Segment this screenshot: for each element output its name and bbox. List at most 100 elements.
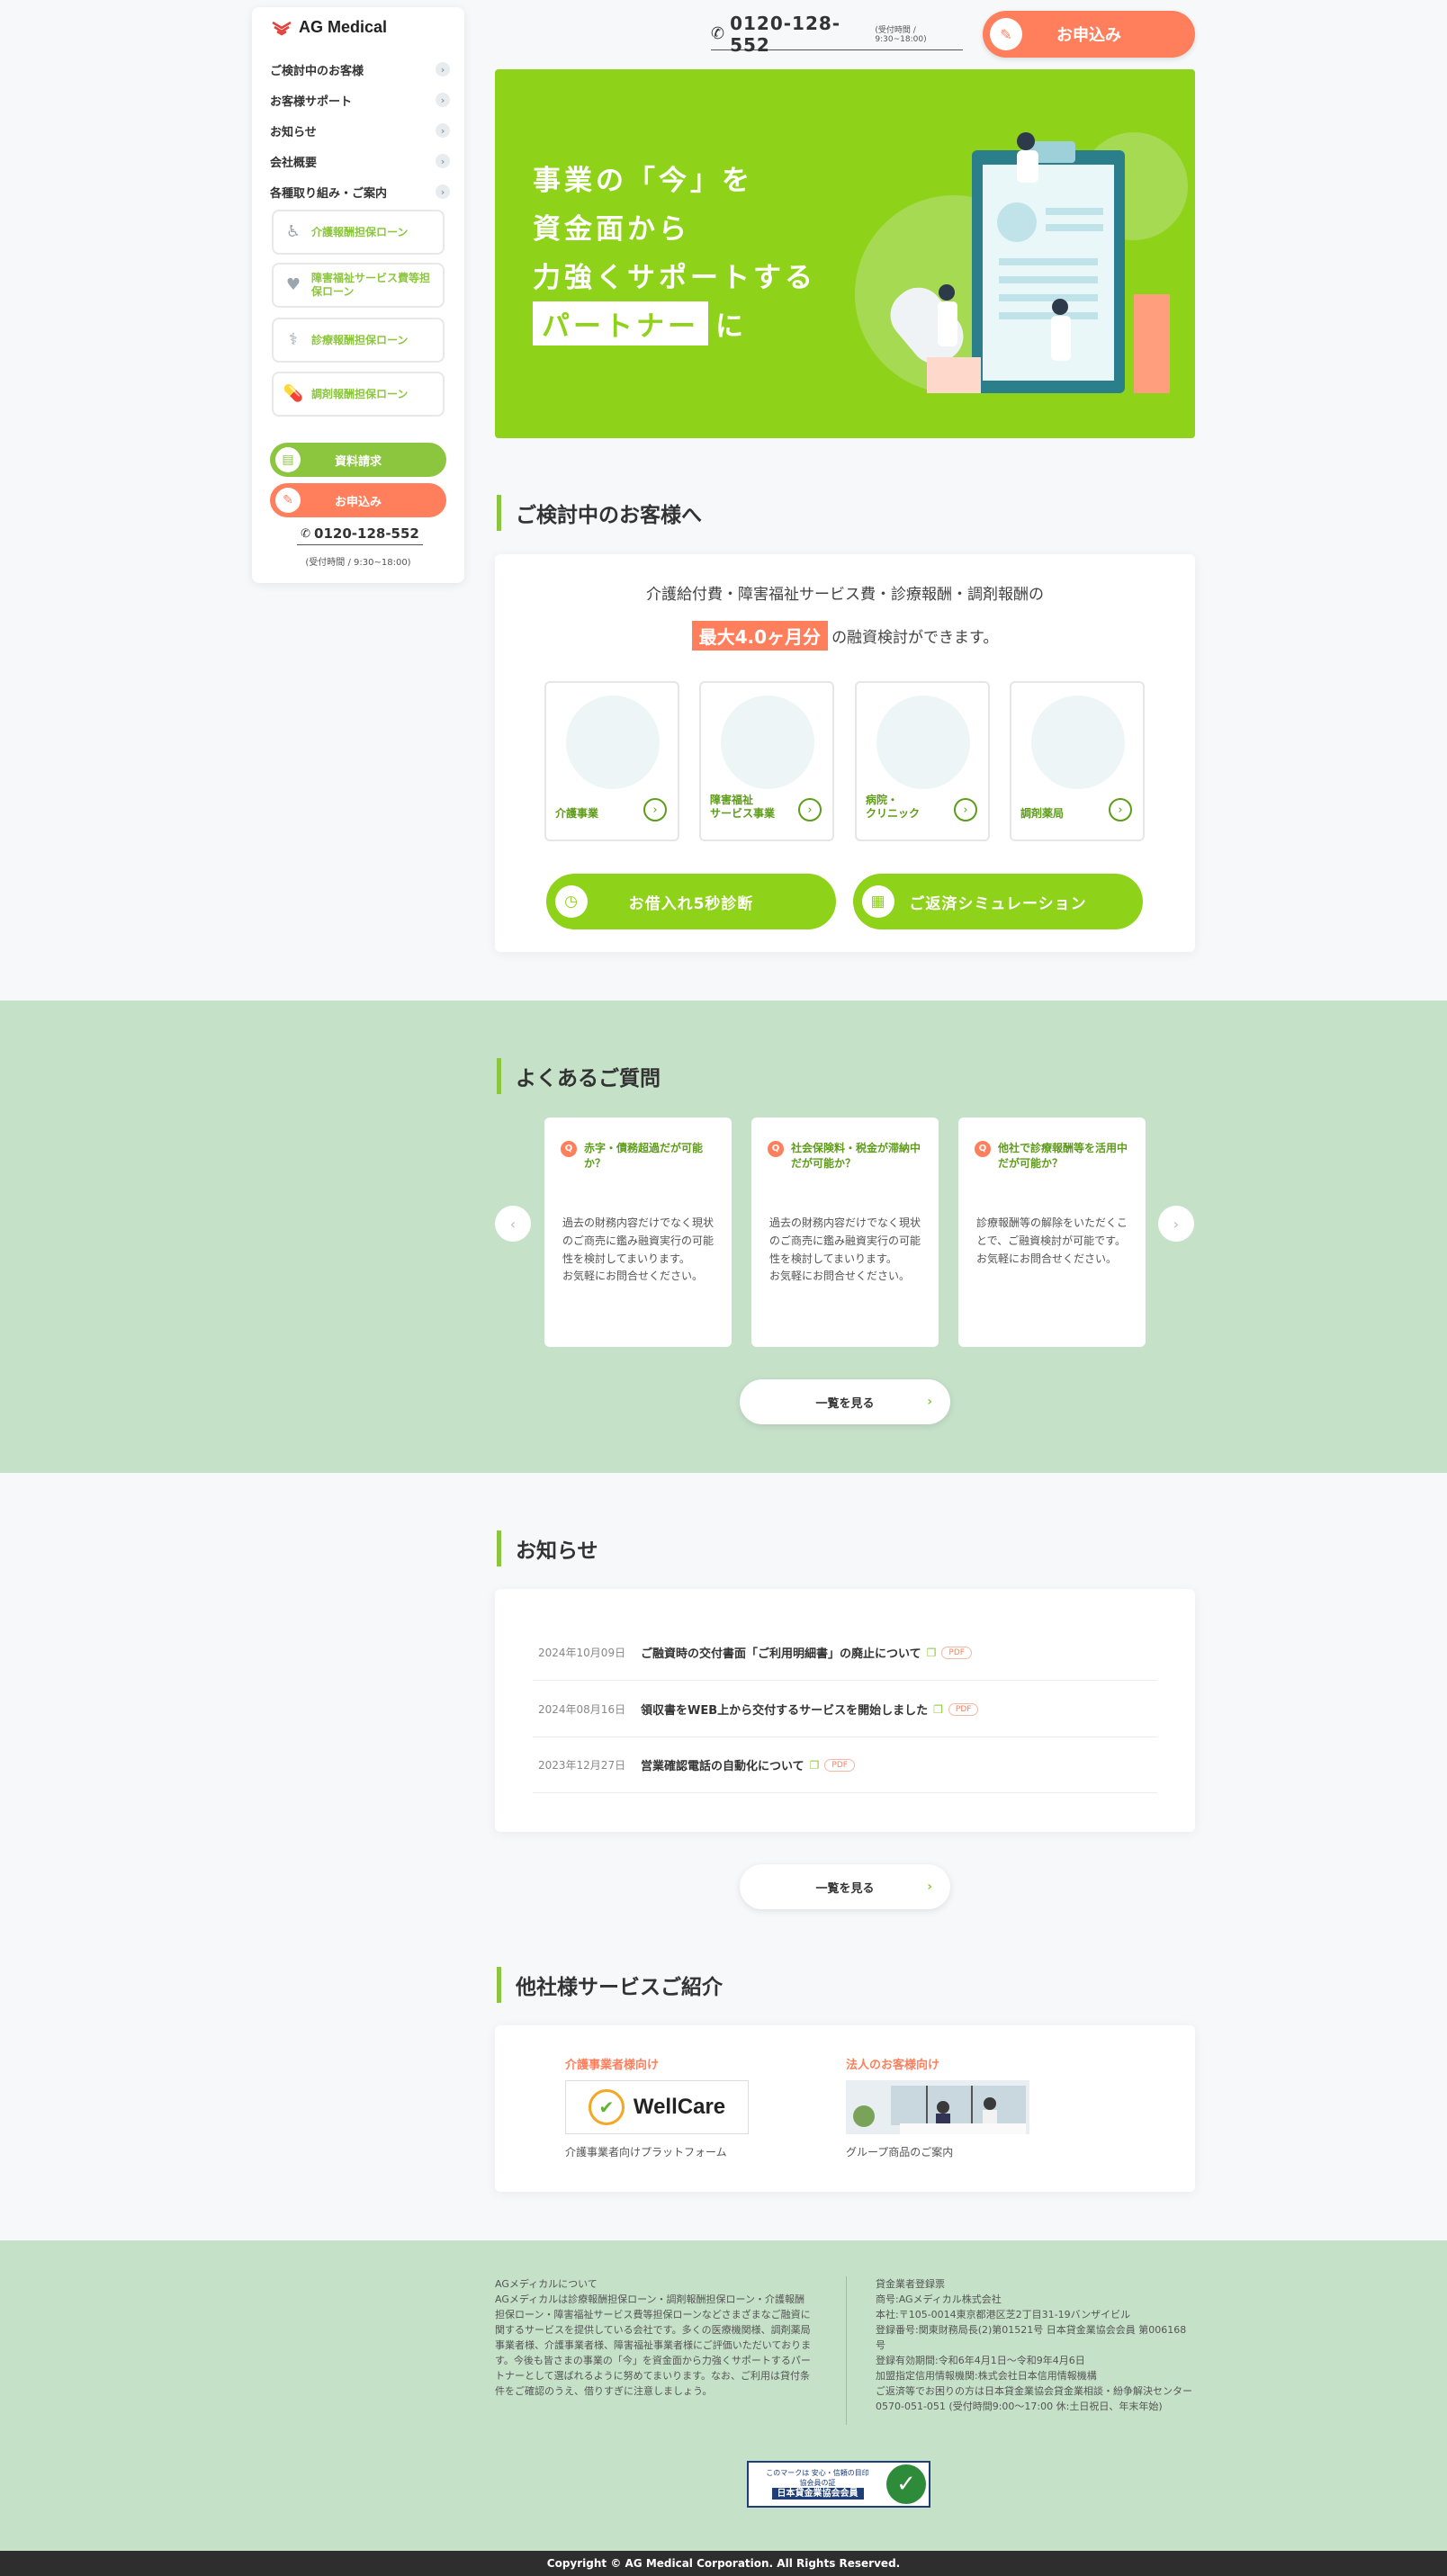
category-label-2: サービス事業 <box>710 807 776 821</box>
news-date: 2024年08月16日 <box>538 1703 626 1716</box>
request-label: 資料請求 <box>334 454 382 469</box>
pdf-badge: PDF <box>941 1646 972 1659</box>
faq-answer: 過去の財務内容だけでなく現状のご商売に鑑み融資実行の可能性を検討してまいります。… <box>562 1216 715 1283</box>
service-label: 法人のお客様向け <box>846 2059 940 2072</box>
sidebar-item-label: お客様サポート <box>270 94 353 109</box>
considering-lead: 介護給付費・障害福祉サービス費・診療報酬・調剤報酬の <box>646 586 1044 604</box>
document-icon: ❐ <box>933 1702 943 1716</box>
application-icon: ✎ <box>275 488 301 513</box>
chevron-right-icon: › <box>436 184 450 199</box>
badge-line-2: 協会員の証 <box>799 2478 836 2487</box>
faq-view-all-button[interactable]: 一覧を見る › <box>740 1379 950 1424</box>
considering-highlight: 最大4.0ヶ月分 <box>691 621 829 651</box>
news-item[interactable]: 2024年08月16日 領収書をWEB上から交付するサービスを開始しました ❐ PDF <box>533 1682 1157 1737</box>
doctor-illustration <box>876 696 970 789</box>
faq-card[interactable]: 赤字・債務超過だが可能か？ 過去の財務内容だけでなく現状のご商売に鑑み融資実行の… <box>544 1117 732 1347</box>
news-item[interactable]: 2023年12月27日 営業確認電話の自動化について ❐ PDF <box>533 1737 1157 1793</box>
view-all-label: 一覧を見る <box>815 1881 875 1896</box>
faq-answer: 過去の財務内容だけでなく現状のご商売に鑑み融資実行の可能性を検討してまいります。… <box>769 1216 921 1283</box>
badge-line-1: このマークは 安心・信頼の目印 <box>766 2469 869 2478</box>
category-label: 障害福祉 <box>710 793 754 806</box>
sidebar-item-news[interactable]: お知らせ › <box>270 115 450 146</box>
category-card-clinic[interactable]: 病院・ クリニック › <box>855 681 990 841</box>
footer-reg-title: 貸金業者登録票 <box>876 2278 945 2290</box>
badge-line-3: 日本貸金業協会会員 <box>771 2487 864 2500</box>
diagnosis-button[interactable]: ◷ お借入れ5秒診断 <box>546 874 836 929</box>
pdf-badge: PDF <box>948 1702 979 1716</box>
chevron-right-icon: › <box>798 798 822 821</box>
loan-care-button[interactable]: ♿ 介護報酬担保ローン <box>272 210 445 255</box>
simulation-button[interactable]: ▦ ご返済シミュレーション <box>853 874 1143 929</box>
disability-service-illustration <box>721 696 814 789</box>
category-card-disability[interactable]: 障害福祉 サービス事業 › <box>699 681 834 841</box>
carousel-next-button[interactable]: › <box>1158 1206 1194 1242</box>
sidebar-item-label: 各種取り組み・ご案内 <box>270 186 388 201</box>
considering-section-title: ご検討中のお客様へ <box>497 495 702 531</box>
faq-card[interactable]: 他社で診療報酬等を活用中だが可能か？ 診療報酬等の解除をいただくことで、ご融資検… <box>958 1117 1146 1347</box>
sidebar-item-initiatives[interactable]: 各種取り組み・ご案内 › <box>270 176 450 207</box>
header-phone-number: 0120-128-552 <box>730 12 841 56</box>
view-all-label: 一覧を見る <box>815 1396 875 1411</box>
service-description: グループ商品のご案内 <box>846 2146 954 2159</box>
loan-medical-button[interactable]: ⚕ 診療報酬担保ローン <box>272 318 445 363</box>
category-card-pharmacy[interactable]: 調剤薬局 › <box>1010 681 1145 841</box>
wellcare-logo-text: WellCare <box>633 2095 726 2119</box>
category-card-care[interactable]: 介護事業 › <box>544 681 679 841</box>
loan-label: 診療報酬担保ローン <box>311 333 409 346</box>
faq-question: 他社で診療報酬等を活用中だが可能か？ <box>975 1141 1133 1172</box>
footer-reg-line: 登録番号:関東財務局長(2)第01521号 日本貸金業協会会員 第006168号 <box>876 2324 1187 2352</box>
faq-section-title: よくあるご質問 <box>497 1058 661 1094</box>
sidebar-item-considering[interactable]: ご検討中のお客様 › <box>270 54 450 85</box>
news-title: ご融資時の交付書面「ご利用明細書」の廃止について <box>641 1647 921 1661</box>
simulation-label: ご返済シミュレーション <box>909 894 1087 913</box>
footer-divider <box>846 2276 847 2425</box>
chevron-right-icon: › <box>436 154 450 168</box>
chevron-right-icon: › <box>927 1880 932 1894</box>
checkmark-icon: ✓ <box>886 2464 926 2504</box>
header-hours: (受付時間 / 9:30~18:00) <box>875 26 927 44</box>
news-date: 2023年12月27日 <box>538 1759 626 1772</box>
news-title: 営業確認電話の自動化について <box>641 1760 804 1773</box>
footer-about-title: AGメディカルについて <box>495 2278 598 2290</box>
hero-line-1: 事業の「今」を <box>533 165 753 197</box>
faq-card[interactable]: 社会保険料・税金が滞納中だが可能か？ 過去の財務内容だけでなく現状のご商売に鑑み… <box>751 1117 939 1347</box>
loan-pharmacy-button[interactable]: 💊 調剤報酬担保ローン <box>272 372 445 417</box>
wellcare-banner[interactable]: ✔ WellCare <box>565 2080 749 2134</box>
document-icon: ▤ <box>275 447 301 472</box>
header-phone[interactable]: ✆ 0120-128-552 (受付時間 / 9:30~18:00) <box>711 13 963 56</box>
sidebar-apply-button[interactable]: ✎ お申込み <box>270 483 446 517</box>
group-products-banner[interactable] <box>846 2080 1029 2134</box>
footer-reg-line: ご返済等でお困りの方は日本貸金業協会貸金業相談・紛争解決センター <box>876 2385 1192 2398</box>
carousel-prev-button[interactable]: ‹ <box>495 1206 531 1242</box>
loan-label: 介護報酬担保ローン <box>311 225 409 238</box>
news-view-all-button[interactable]: 一覧を見る › <box>740 1864 950 1909</box>
apply-label: お申込み <box>334 495 382 509</box>
wellcare-logo-icon: ✔ <box>588 2089 625 2125</box>
loan-disability-button[interactable]: ♥ 障害福祉サービス費等担保ローン <box>272 263 445 308</box>
hero-line-3: 力強くサポートする <box>533 262 816 294</box>
logo-text: AG Medical <box>299 18 388 36</box>
chevron-right-icon: › <box>436 123 450 138</box>
jfsa-member-badge[interactable]: このマークは 安心・信頼の目印 協会員の証 日本貸金業協会会員 ✓ <box>747 2461 930 2508</box>
header-apply-button[interactable]: ✎ お申込み <box>983 11 1195 58</box>
hero-banner: 事業の「今」を 資金面から 力強くサポートする パートナーに <box>495 69 1195 438</box>
category-label: 病院・ <box>866 793 899 806</box>
faq-answer: 診療報酬等の解除をいただくことで、ご融資検討が可能です。 お気軽にお問合せくださ… <box>976 1216 1128 1265</box>
logo[interactable]: AG Medical <box>272 18 387 37</box>
category-label-2: クリニック <box>866 807 921 821</box>
footer-reg-line: 加盟指定信用情報機関:株式会社日本信用情報機構 <box>876 2370 1097 2383</box>
loan-label: 障害福祉サービス費等担保ローン <box>311 272 431 298</box>
faq-question: 赤字・債務超過だが可能か？ <box>561 1141 719 1172</box>
services-section-title: 他社様サービスご紹介 <box>497 1967 723 2003</box>
footer-registration: 貸金業者登録票 商号:AGメディカル株式会社 本社:〒105-0014東京都港区… <box>876 2276 1195 2414</box>
sidebar-item-support[interactable]: お客様サポート › <box>270 85 450 115</box>
footer-reg-line: 0570-051-051 (受付時間9:00～17:00 休:土日祝日、年末年始… <box>876 2401 1163 2413</box>
news-title: 領収書をWEB上から交付するサービスを開始しました <box>641 1704 929 1718</box>
request-documents-button[interactable]: ▤ 資料請求 <box>270 443 446 477</box>
hero-highlight: パートナー <box>533 301 708 346</box>
chevron-right-icon: › <box>927 1395 932 1409</box>
sidebar-item-company[interactable]: 会社概要 › <box>270 146 450 176</box>
news-item[interactable]: 2024年10月09日 ご融資時の交付書面「ご利用明細書」の廃止について ❐ PDF <box>533 1625 1157 1681</box>
sidebar-phone[interactable]: ✆ 0120-128-552 <box>297 525 423 545</box>
chevron-right-icon: › <box>436 93 450 107</box>
